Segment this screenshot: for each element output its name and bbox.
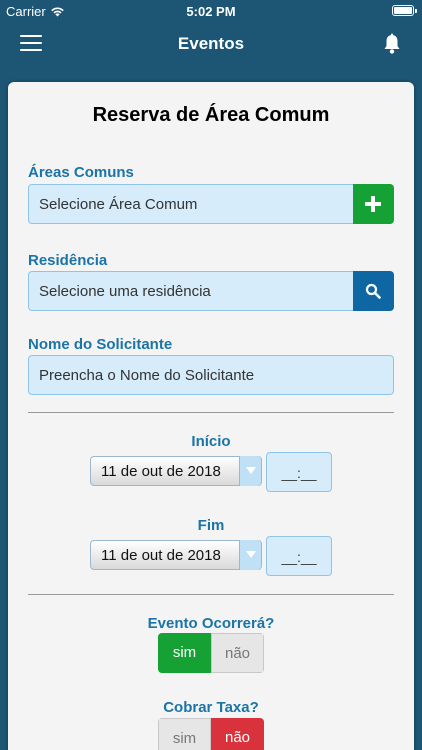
residencia-label: Residência bbox=[28, 252, 108, 269]
inicio-label: Início bbox=[191, 433, 231, 450]
form-title: Reserva de Área Comum bbox=[92, 104, 330, 126]
nav-bar: Eventos bbox=[0, 22, 422, 66]
taxa-nao-option[interactable]: não bbox=[211, 718, 264, 750]
solicitante-label: Nome do Solicitante bbox=[28, 336, 173, 353]
divider bbox=[28, 594, 394, 595]
cobrar-taxa-toggle: sim não bbox=[158, 718, 264, 750]
evento-nao-option[interactable]: não bbox=[211, 633, 264, 673]
evento-sim-option[interactable]: sim bbox=[158, 633, 211, 673]
inicio-date-select[interactable]: 11 de out de 2018 bbox=[90, 456, 262, 486]
evento-ocorrera-toggle: sim não bbox=[158, 633, 264, 673]
inicio-date-value: 11 de out de 2018 bbox=[101, 463, 221, 480]
search-icon bbox=[365, 283, 381, 299]
fim-date-select[interactable]: 11 de out de 2018 bbox=[90, 540, 262, 570]
taxa-sim-option[interactable]: sim bbox=[158, 718, 211, 750]
battery-icon bbox=[392, 5, 417, 16]
fim-date-value: 11 de out de 2018 bbox=[101, 547, 221, 564]
add-area-button[interactable] bbox=[353, 184, 394, 224]
page-title: Eventos bbox=[177, 34, 245, 53]
residencia-select[interactable]: Selecione uma residência bbox=[28, 271, 354, 311]
chevron-down-icon bbox=[239, 456, 261, 486]
solicitante-input[interactable]: Preencha o Nome do Solicitante bbox=[28, 355, 394, 395]
evento-ocorrera-label: Evento Ocorrerá? bbox=[147, 615, 275, 632]
search-residencia-button[interactable] bbox=[353, 271, 394, 311]
bell-icon[interactable] bbox=[382, 33, 402, 55]
divider bbox=[28, 412, 394, 413]
chevron-down-icon bbox=[239, 540, 261, 570]
area-comum-select[interactable]: Selecione Área Comum bbox=[28, 184, 354, 224]
reservation-form-card: Reserva de Área Comum Áreas Comuns Selec… bbox=[8, 82, 414, 750]
status-bar: Carrier 5:02 PM bbox=[0, 0, 422, 22]
areas-comuns-label: Áreas Comuns bbox=[28, 164, 134, 181]
plus-icon bbox=[365, 196, 381, 212]
cobrar-taxa-label: Cobrar Taxa? bbox=[163, 699, 259, 716]
fim-label: Fim bbox=[197, 517, 225, 534]
status-time: 5:02 PM bbox=[186, 4, 236, 19]
fim-time-input[interactable]: __:__ bbox=[266, 536, 332, 576]
inicio-time-input[interactable]: __:__ bbox=[266, 452, 332, 492]
